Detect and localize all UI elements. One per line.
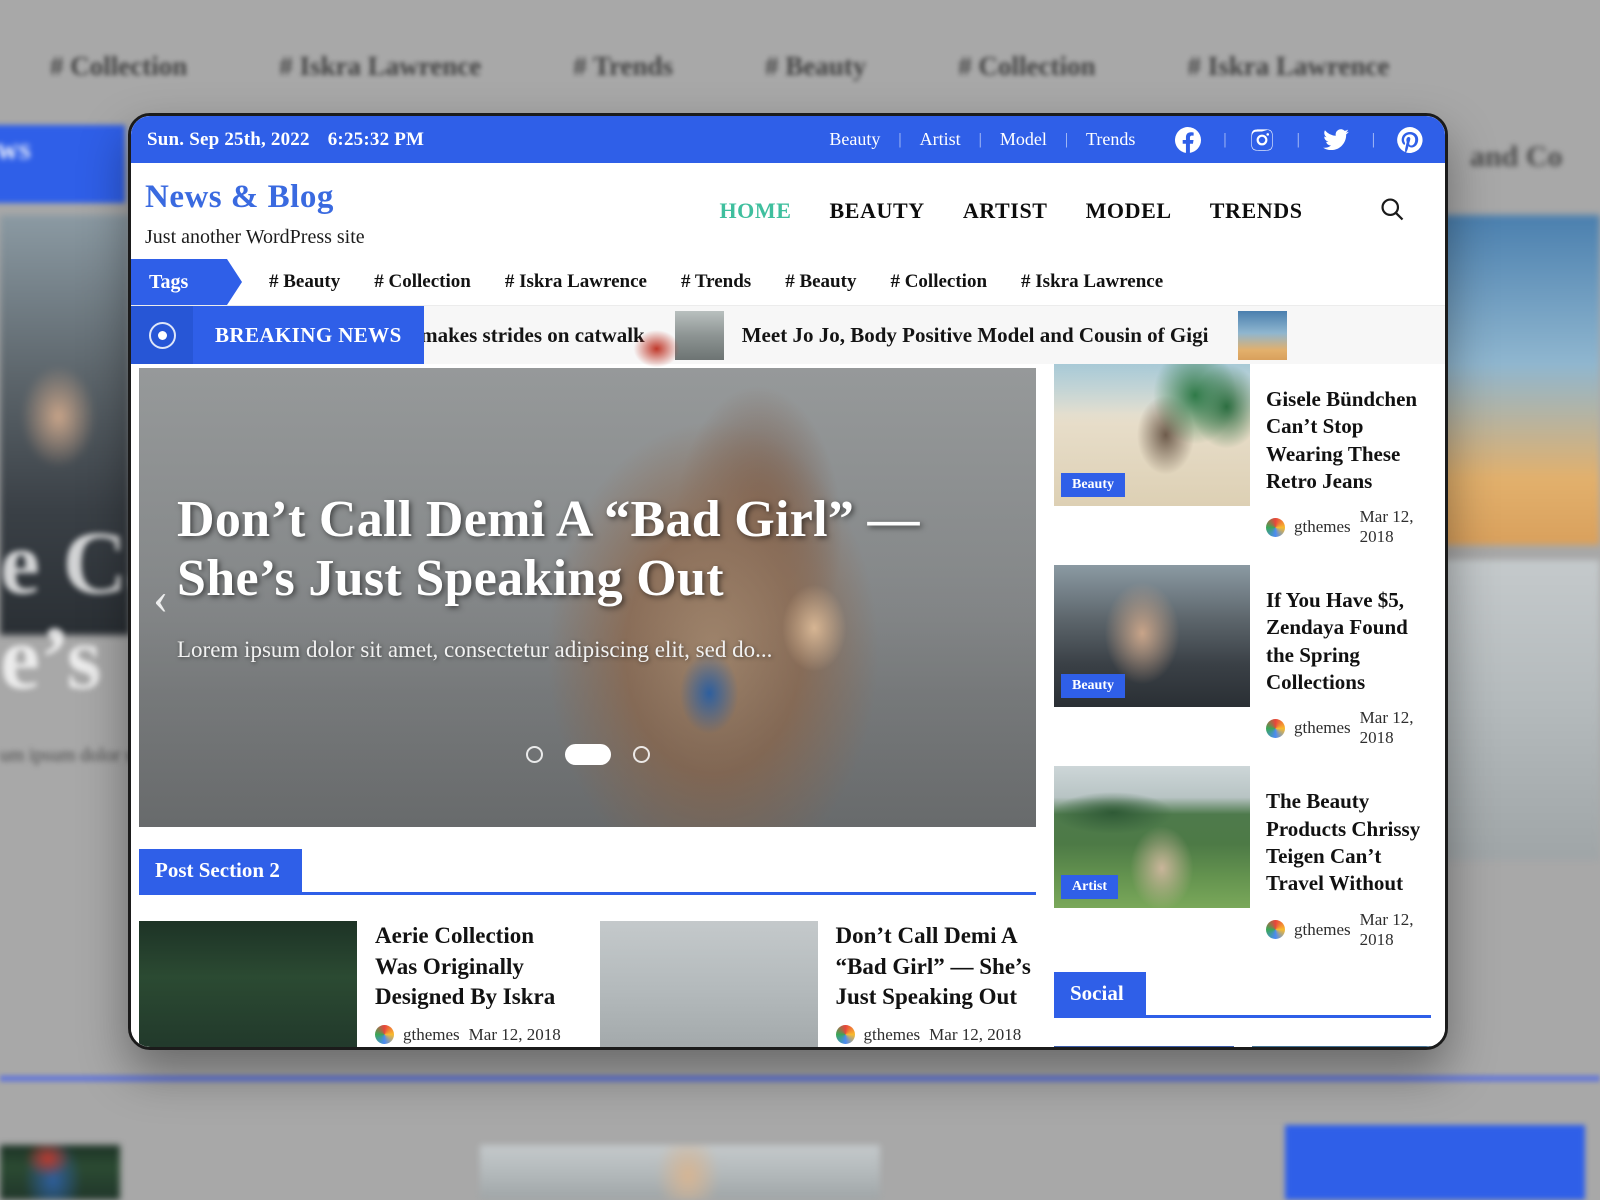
backdrop-tag-strip: # Collection # Iskra Lawrence # Trends #…: [0, 38, 1600, 94]
backdrop-tag: # Collection: [50, 50, 188, 81]
backdrop-photo: [0, 1145, 120, 1200]
category-badge[interactable]: Beauty: [1061, 473, 1125, 497]
backdrop-hero-line: e’s: [0, 609, 102, 708]
backdrop-tag: # Beauty: [765, 50, 867, 81]
backdrop-breaking-badge: NEWS: [0, 125, 125, 203]
sidebar-post-image: Beauty: [1054, 565, 1250, 708]
backdrop-tag: # Iskra Lawrence: [1187, 50, 1390, 81]
page-viewport: Sun. Sep 25th, 2022 6:25:32 PM Beauty | …: [131, 116, 1445, 1047]
backdrop-photo: [480, 1145, 880, 1200]
post-card[interactable]: Don’t Call Demi A “Bad Girl” — She’s Jus…: [599, 921, 1037, 1047]
backdrop-right-text: and Co: [1470, 140, 1563, 173]
backdrop-tag: # Trends: [573, 50, 674, 81]
browser-window: Sun. Sep 25th, 2022 6:25:32 PM Beauty | …: [128, 113, 1448, 1050]
sidebar-post-image: Beauty: [1054, 364, 1250, 506]
backdrop-divider: [0, 1075, 1600, 1082]
backdrop-tag: # Iskra Lawrence: [279, 50, 482, 81]
page-content: ‹ Don’t Call Demi A “Bad Girl” — She’s J…: [131, 364, 1445, 1047]
backdrop-blue-panel: [1285, 1125, 1585, 1200]
post-card-grid: Aerie Collection Was Originally Designed…: [139, 921, 1036, 1047]
backdrop-breaking-label: NEWS: [0, 139, 31, 164]
post-card-image: [599, 921, 818, 1047]
backdrop-tag: # Collection: [958, 50, 1096, 81]
main-column: ‹ Don’t Call Demi A “Bad Girl” — She’s J…: [131, 364, 1036, 1047]
sidebar-post-image: Artist: [1054, 766, 1250, 909]
category-badge[interactable]: Beauty: [1061, 674, 1125, 699]
category-badge[interactable]: Artist: [1061, 875, 1118, 900]
